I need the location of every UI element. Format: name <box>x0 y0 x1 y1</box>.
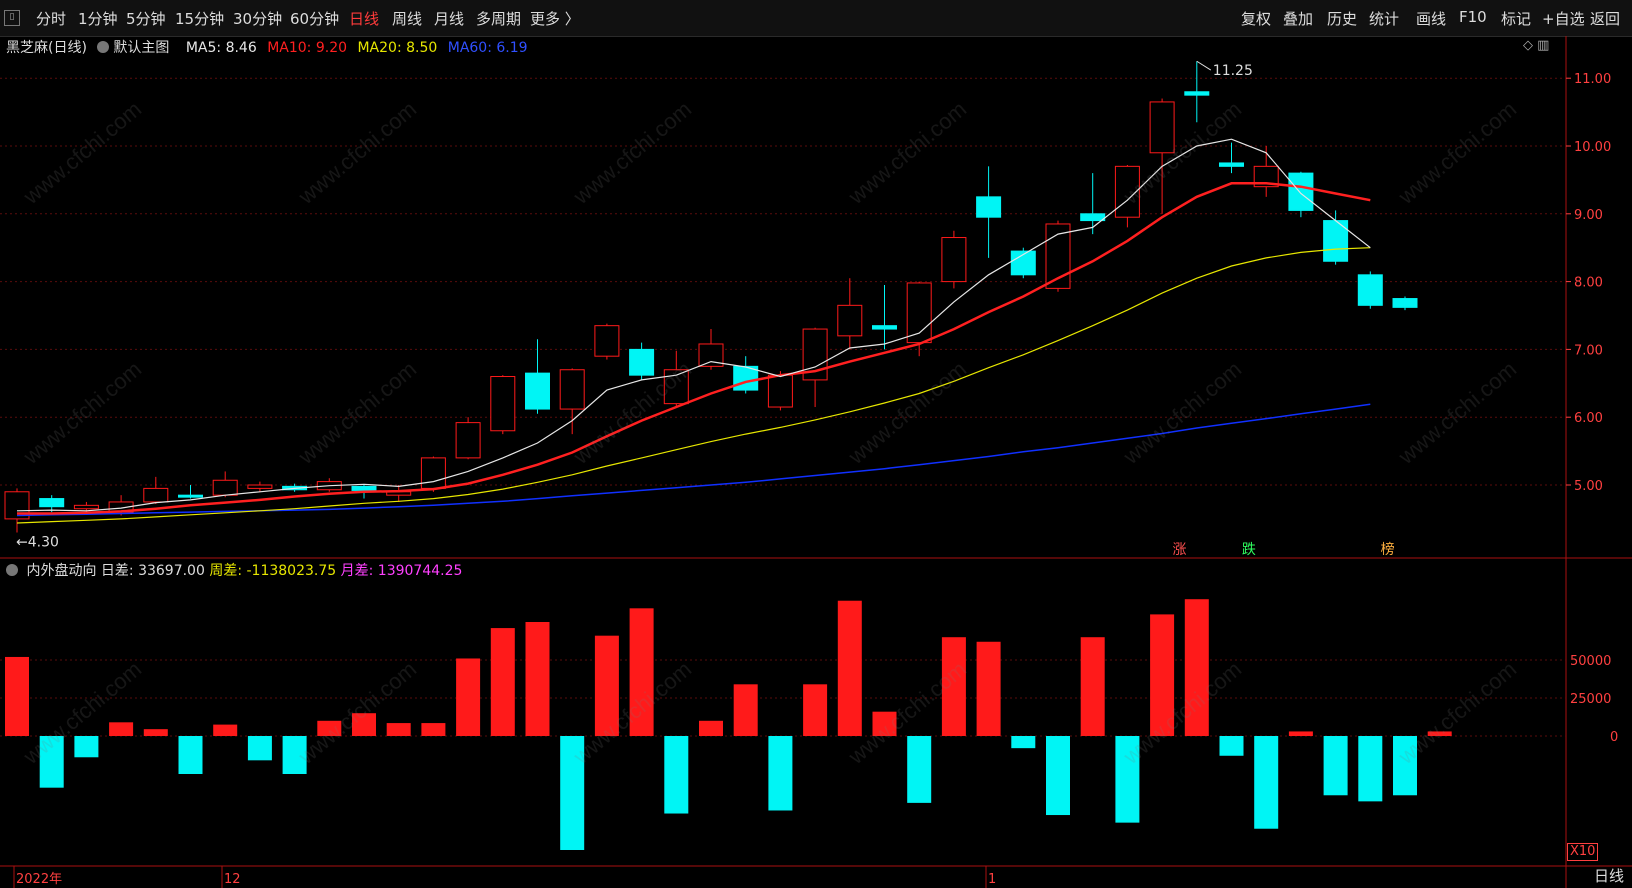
volume-diff-bar <box>1323 736 1348 796</box>
volume-diff-bar <box>213 724 238 736</box>
candle-body <box>490 376 516 432</box>
candle-body <box>73 504 99 510</box>
candle-body <box>1219 162 1244 167</box>
volume-diff-bar <box>1080 637 1105 736</box>
volume-diff-bar <box>1115 736 1140 823</box>
candle-body <box>976 196 1002 218</box>
marker-label: 榜 <box>1381 541 1395 558</box>
candle-body <box>629 348 655 376</box>
candle-body <box>1288 172 1314 211</box>
volume-diff-bar <box>976 641 1001 736</box>
volume-diff-bar <box>421 723 446 736</box>
candle-body <box>1357 274 1383 306</box>
candle-body <box>525 372 550 410</box>
candle-body <box>767 374 793 408</box>
volume-diff-bar <box>803 684 828 736</box>
volume-diff-bar <box>1011 736 1036 749</box>
ma60-line <box>16 403 1371 517</box>
volume-diff-bar <box>143 729 168 736</box>
volume-diff-bar <box>733 684 758 736</box>
price-tick-label: 7.00 <box>1574 343 1603 358</box>
volume-diff-bar <box>872 711 897 736</box>
volume-diff-bar <box>525 622 550 736</box>
candle-body <box>212 479 238 496</box>
price-tick-label: 6.00 <box>1574 411 1603 426</box>
candle-body <box>594 325 620 357</box>
volume-diff-bar <box>768 736 793 811</box>
candle-body <box>420 457 446 489</box>
volume-diff-bar <box>74 736 99 758</box>
volume-multiplier: X10 <box>1567 843 1599 861</box>
ma5-line <box>16 138 1371 512</box>
volume-diff-bar <box>1288 731 1313 736</box>
volume-diff-bar <box>5 656 29 736</box>
candle-body <box>837 304 863 337</box>
volume-diff-bar <box>560 736 585 850</box>
marker-label: 涨 <box>1172 542 1186 558</box>
volume-diff-bar <box>317 720 342 736</box>
price-tick-label: 9.00 <box>1574 208 1603 223</box>
volume-diff-bar <box>247 736 272 761</box>
candle-body <box>1149 101 1175 154</box>
candle-body <box>1080 213 1106 222</box>
price-tick-label: 5.00 <box>1574 479 1603 494</box>
volume-diff-bar <box>594 635 619 736</box>
price-tick-label: 10.00 <box>1574 140 1611 155</box>
volume-diff-bar <box>629 608 654 736</box>
volume-diff-bar <box>109 722 134 736</box>
volume-tick-label: 25000 <box>1570 692 1611 707</box>
price-tick-label: 11.00 <box>1574 72 1611 87</box>
high-price-label: 11.25 <box>1213 63 1253 79</box>
volume-diff-bar <box>39 736 64 788</box>
marker-label: 跌 <box>1242 542 1256 558</box>
volume-diff-bar <box>1393 736 1417 796</box>
volume-diff-bar <box>1046 736 1070 816</box>
date-label: 12 <box>224 872 241 887</box>
candle-body <box>941 237 967 283</box>
candle-body <box>872 325 897 330</box>
date-label: 2022年 <box>16 872 62 887</box>
date-label: 1 <box>988 872 996 887</box>
volume-diff-bar <box>907 736 932 803</box>
volume-diff-bar <box>664 736 689 814</box>
high-pointer <box>1196 60 1212 71</box>
volume-tick-label: 50000 <box>1570 654 1611 669</box>
candle-body <box>143 487 169 503</box>
price-tick-label: 8.00 <box>1574 276 1603 291</box>
ma10-line <box>17 182 1371 515</box>
volume-diff-bar <box>1150 614 1175 736</box>
low-price-label: ←4.30 <box>16 534 59 550</box>
candle-body <box>39 498 65 508</box>
volume-diff-bar <box>941 637 966 736</box>
candle-body <box>247 484 273 489</box>
candle-body <box>351 485 377 491</box>
volume-diff-bar <box>699 720 723 736</box>
period-label: 日线 <box>1593 867 1624 885</box>
candle-body <box>1184 91 1210 96</box>
volume-diff-bar <box>490 628 515 736</box>
candle-body <box>455 422 481 459</box>
volume-diff-bar <box>1184 599 1209 736</box>
volume-tick-label: 0 <box>1610 730 1618 745</box>
candle-body <box>178 494 203 498</box>
kline-chart[interactable]: 11.00 10.00 9.00 8.00 7.00 6.00 5.00 50000 25000… <box>0 0 1632 888</box>
volume-diff-bar <box>386 723 411 736</box>
volume-diff-bar <box>1358 736 1383 802</box>
volume-diff-bar <box>178 736 203 774</box>
volume-diff-bar <box>282 736 307 774</box>
volume-diff-bar <box>456 658 481 736</box>
volume-diff-bar <box>352 713 376 736</box>
volume-diff-bar <box>1219 736 1244 756</box>
volume-diff-bar <box>837 600 862 736</box>
candle-body <box>1392 298 1418 308</box>
volume-diff-bar <box>1427 731 1452 736</box>
candle-body <box>559 369 585 410</box>
volume-diff-bar <box>1254 736 1279 829</box>
